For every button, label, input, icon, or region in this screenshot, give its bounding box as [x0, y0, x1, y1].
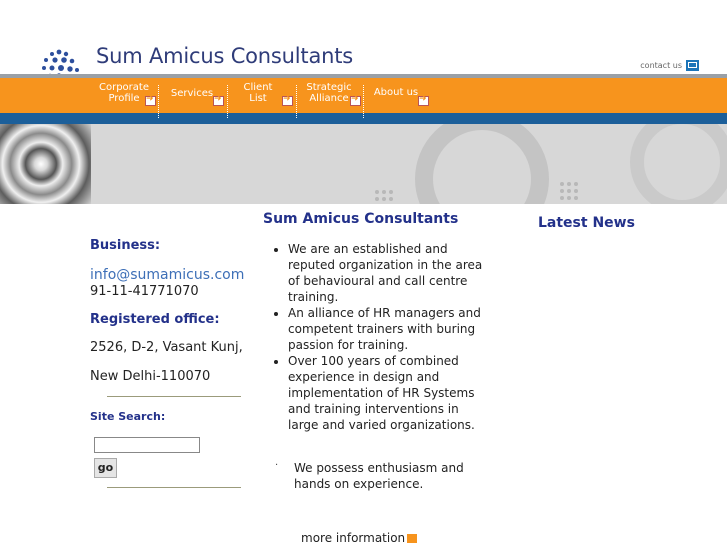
more-information-label[interactable]: more information [301, 531, 405, 545]
site-search-input[interactable] [94, 437, 200, 453]
nav-label[interactable]: Alliance [302, 93, 356, 104]
middle-title: Sum Amicus Consultants [263, 211, 459, 227]
more-information-link[interactable]: more information [301, 531, 418, 545]
go-button[interactable]: go [94, 458, 117, 478]
address-line-1: 2526, D-2, Vasant Kunj, [90, 340, 243, 355]
mail-icon[interactable] [686, 60, 699, 71]
site-title: Sum Amicus Consultants [96, 44, 353, 68]
highlight-item: An alliance of HR managers and competent… [288, 305, 488, 353]
nav-strategic-alliance[interactable]: Strategic Alliance [302, 82, 356, 122]
nav-separator [227, 85, 229, 118]
contact-link[interactable]: contact us [640, 60, 699, 71]
email-link[interactable]: info@sumamicus.com [90, 267, 244, 283]
nav-corporate-profile[interactable]: Corporate Profile [98, 82, 150, 122]
nav-label[interactable]: Services [170, 88, 214, 99]
left-divider-top [107, 396, 241, 397]
banner-image [0, 124, 727, 204]
nav-separator [158, 85, 160, 118]
nav-separator [296, 85, 298, 118]
nav-client-list[interactable]: Client List [240, 82, 276, 122]
latest-news-title: Latest News [538, 215, 635, 231]
hurricane-image [0, 124, 91, 204]
extra-highlight: We possess enthusiasm and hands on exper… [294, 461, 464, 491]
nav-label[interactable]: List [240, 93, 276, 104]
office-label: Registered office: [90, 312, 220, 327]
phone-number: 91-11-41771070 [90, 284, 199, 299]
nav-label[interactable]: Corporate [98, 82, 150, 93]
contact-label[interactable]: contact us [640, 61, 682, 70]
arrow-icon[interactable] [145, 94, 156, 106]
site-search-label: Site Search: [90, 410, 166, 423]
arrow-icon[interactable] [418, 94, 429, 106]
small-bullet-icon: · [275, 460, 279, 471]
nav-label[interactable]: About us [372, 87, 420, 98]
highlight-item: We are an established and reputed organi… [288, 241, 488, 305]
nav-label[interactable]: Profile [98, 93, 150, 104]
arrow-icon[interactable] [213, 94, 224, 106]
nav-separator [363, 85, 365, 118]
banner-pattern [375, 124, 727, 204]
nav-services[interactable]: Services [170, 88, 214, 128]
highlight-item: Over 100 years of combined experience in… [288, 353, 488, 433]
arrow-icon[interactable] [407, 534, 418, 543]
nav-label[interactable]: Strategic [302, 82, 356, 93]
nav-about-us[interactable]: About us [372, 87, 420, 127]
address-line-2: New Delhi-110070 [90, 369, 211, 384]
left-divider-bottom [107, 487, 241, 488]
nav-label[interactable]: Client [240, 82, 276, 93]
business-label: Business: [90, 238, 161, 253]
company-highlights: We are an established and reputed organi… [270, 241, 488, 433]
arrow-icon[interactable] [282, 94, 293, 106]
arrow-icon[interactable] [350, 94, 361, 106]
